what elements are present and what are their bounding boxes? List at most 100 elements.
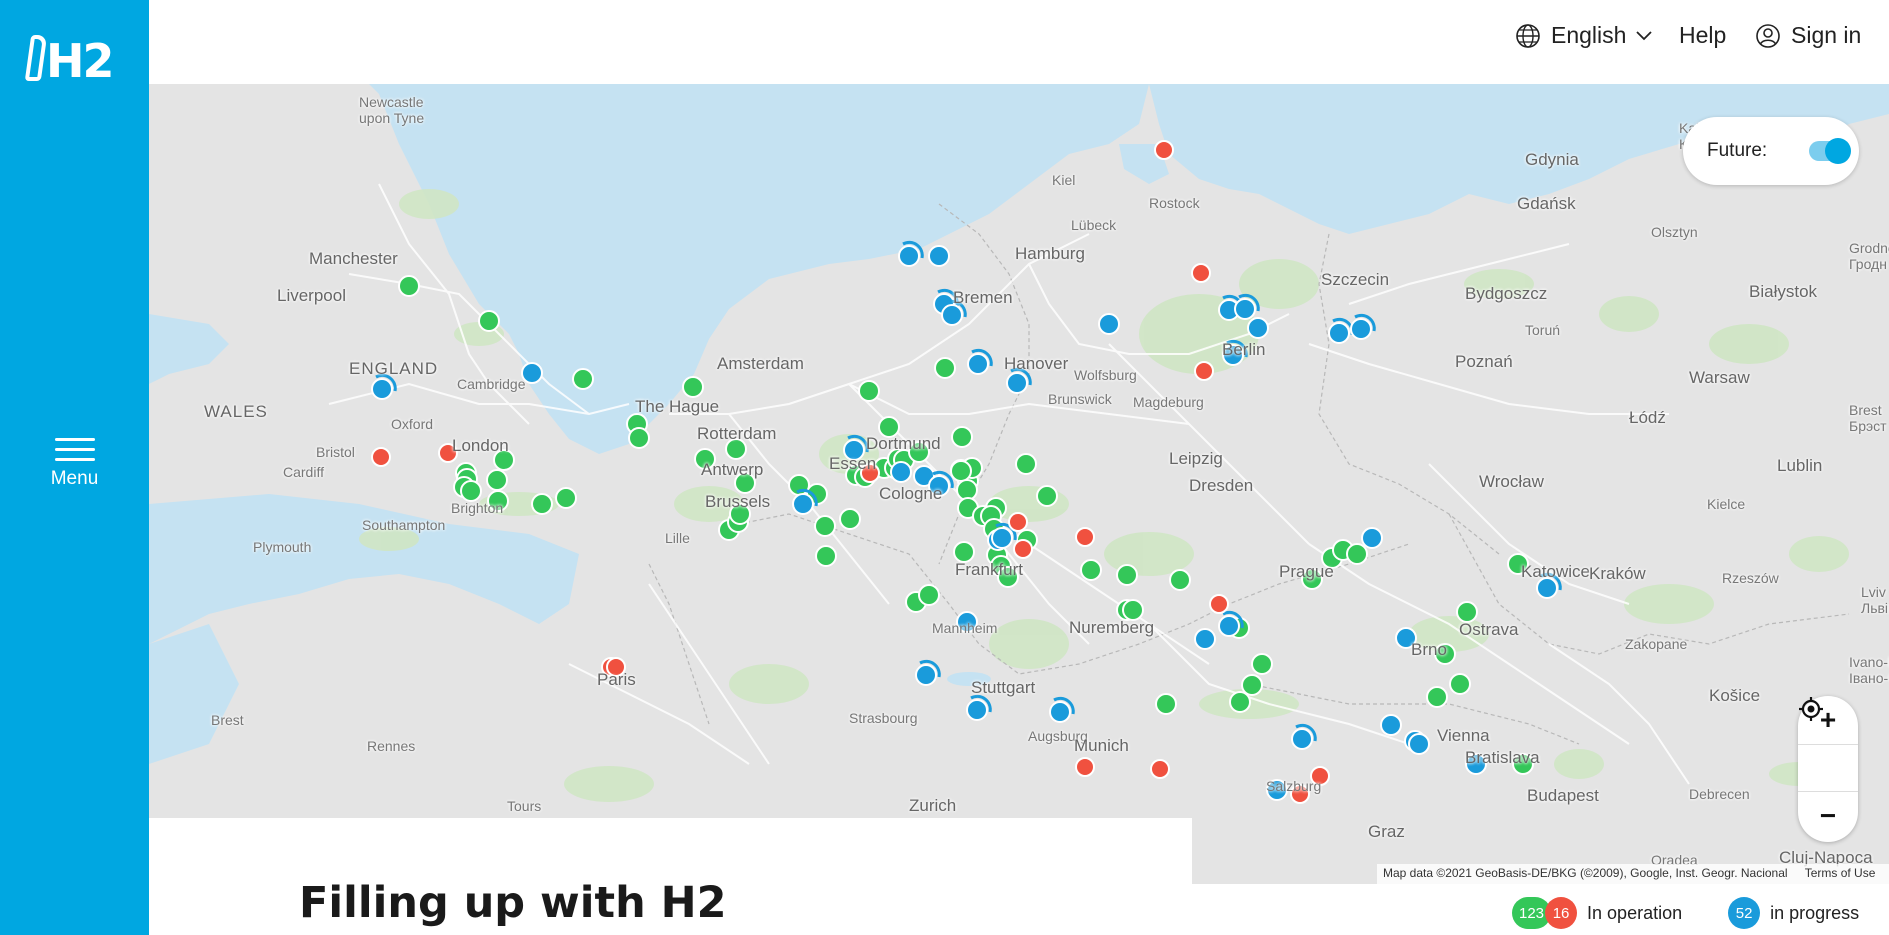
page-title: Filling up with H2 [299,878,727,928]
sidebar: H2 Menu [0,0,149,935]
green-station-marker[interactable] [934,357,956,379]
help-link[interactable]: Help [1679,22,1726,49]
zoom-out-button[interactable]: − [1798,792,1858,840]
menu-label: Menu [50,468,99,489]
green-station-marker[interactable] [682,376,704,398]
green-station-marker[interactable] [1251,653,1273,675]
green-station-marker[interactable] [814,515,836,537]
red-station-marker[interactable] [1075,757,1095,777]
blue-station-marker[interactable] [890,461,912,483]
green-station-marker[interactable] [478,310,500,332]
blue-station-marker[interactable] [991,527,1013,549]
green-station-marker[interactable] [951,426,973,448]
future-toggle-panel: Future: [1683,117,1859,185]
red-station-marker[interactable] [1209,594,1229,614]
help-label: Help [1679,22,1727,48]
globe-icon [1516,23,1540,48]
blue-station-marker[interactable] [928,245,950,267]
station-map[interactable]: Newcastle upon Tyne Manchester Liverpool … [149,84,1889,884]
menu-button[interactable]: Menu [0,438,149,490]
red-station-marker[interactable] [371,447,391,467]
chevron-down-icon [1636,30,1653,40]
green-station-marker[interactable] [1346,543,1368,565]
blue-station-marker[interactable] [792,493,814,515]
blue-station-marker[interactable] [967,353,989,375]
future-label: Future: [1707,140,1768,161]
blue-station-marker[interactable] [1098,313,1120,335]
blue-station-marker[interactable] [915,664,937,686]
h2-logo[interactable]: H2 [24,34,115,88]
user-icon [1756,23,1780,48]
green-station-marker[interactable] [1116,564,1138,586]
green-station-marker[interactable] [486,469,508,491]
red-station-marker[interactable] [1008,512,1028,532]
green-station-marker[interactable] [1155,693,1177,715]
content-card: Filling up with H2 [149,818,1192,935]
blue-station-marker[interactable] [1006,372,1028,394]
map-base [149,84,1889,884]
blue-station-marker[interactable] [1291,728,1313,750]
locate-me-button[interactable] [1798,697,1858,792]
sign-in-label: Sign in [1791,22,1862,48]
green-station-marker[interactable] [555,487,577,509]
map-attribution: Map data ©2021 GeoBasis-DE/BKG (©2009), … [1377,864,1889,884]
red-station-marker[interactable] [1075,527,1095,547]
future-toggle[interactable] [1809,138,1852,164]
issue-count-badge: 16 [1545,897,1578,929]
green-station-marker[interactable] [956,479,978,501]
blue-station-marker[interactable] [1234,298,1256,320]
green-station-marker[interactable] [1229,691,1251,713]
green-station-marker[interactable] [1456,601,1478,623]
blue-station-marker[interactable] [1328,322,1350,344]
blue-station-marker[interactable] [898,245,920,267]
blue-station-marker[interactable] [1361,527,1383,549]
blue-station-marker[interactable] [941,304,963,326]
green-station-marker[interactable] [1122,599,1144,621]
green-station-marker[interactable] [1036,485,1058,507]
blue-station-marker[interactable] [1408,733,1430,755]
green-station-marker[interactable] [815,545,837,567]
red-station-marker[interactable] [1194,361,1214,381]
red-station-marker[interactable] [1191,263,1211,283]
attribution-text: Map data ©2021 GeoBasis-DE/BKG (©2009), … [1383,866,1788,880]
terms-link[interactable]: Terms of Use [1805,866,1876,880]
red-station-marker[interactable] [1154,140,1174,160]
operation-label: In operation [1587,902,1683,923]
blue-station-marker[interactable] [1218,615,1240,637]
sign-in-link[interactable]: Sign in [1755,22,1861,49]
blue-station-marker[interactable] [1049,701,1071,723]
green-station-marker[interactable] [1015,453,1037,475]
green-station-marker[interactable] [398,275,420,297]
progress-count-badge: 52 [1728,897,1761,929]
green-station-marker[interactable] [1241,674,1263,696]
blue-station-marker[interactable] [966,699,988,721]
map-legend: 123 16 In operation 52 in progress [1512,897,1859,929]
green-station-marker[interactable] [572,368,594,390]
hamburger-icon [0,438,149,461]
green-station-marker[interactable] [918,584,940,606]
green-station-marker[interactable] [953,541,975,563]
red-station-marker[interactable] [1150,759,1170,779]
green-station-marker[interactable] [628,427,650,449]
green-station-marker[interactable] [839,508,861,530]
blue-station-marker[interactable] [371,378,393,400]
map-controls: + − [1798,696,1858,842]
progress-label: in progress [1770,902,1860,923]
green-station-marker[interactable] [531,493,553,515]
green-station-marker[interactable] [1080,559,1102,581]
language-label: English [1551,22,1627,48]
green-station-marker[interactable] [460,480,482,502]
blue-station-marker[interactable] [1194,628,1216,650]
green-station-marker[interactable] [950,460,972,482]
blue-station-marker[interactable] [1247,317,1269,339]
blue-station-marker[interactable] [1380,714,1402,736]
crosshair-icon [1799,697,1823,721]
red-station-marker[interactable] [1013,539,1033,559]
green-station-marker[interactable] [858,380,880,402]
language-selector[interactable]: English [1515,22,1653,49]
green-station-marker[interactable] [1426,686,1448,708]
green-station-marker[interactable] [1449,673,1471,695]
blue-station-marker[interactable] [1350,318,1372,340]
top-bar: English Help Sign in [149,0,1889,84]
green-station-marker[interactable] [1169,569,1191,591]
